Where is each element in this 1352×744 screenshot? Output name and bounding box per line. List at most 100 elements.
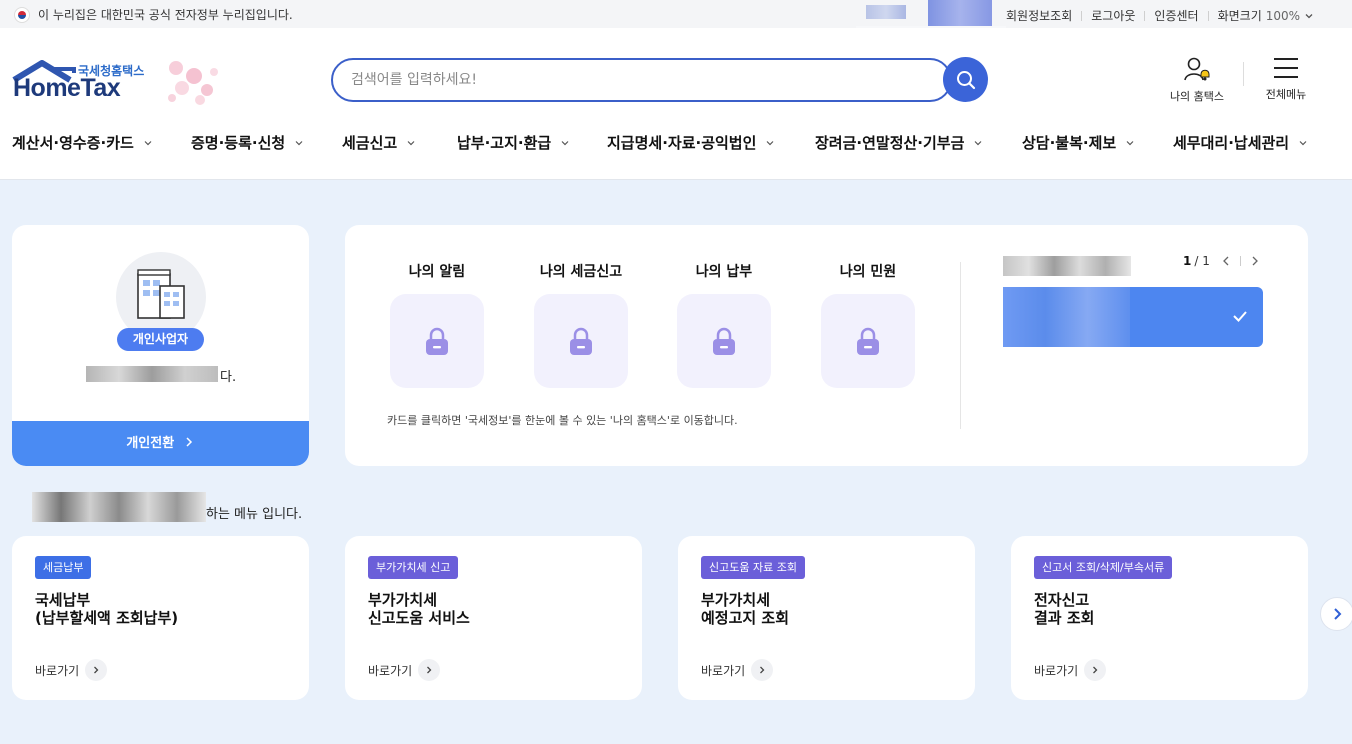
search-input[interactable]: [351, 60, 911, 100]
check-icon: [1233, 311, 1247, 322]
account-pager: 1 / 1: [1183, 254, 1261, 268]
gov-notice[interactable]: 이 누리집은 대한민국 공식 전자정부 누리집입니다.: [14, 6, 293, 23]
logout-link[interactable]: 로그아웃: [1091, 7, 1135, 24]
divider: [1207, 10, 1209, 21]
locked-box[interactable]: [821, 294, 915, 388]
chevron-down-icon: [974, 140, 982, 145]
lock-icon: [570, 327, 592, 355]
my-tax-filing-card[interactable]: 나의 세금신고: [534, 262, 628, 388]
quick-card-tax-payment[interactable]: 세금납부 국세납부 (납부할세액 조회납부) 바로가기: [12, 536, 309, 700]
quick-card-vat-preliminary[interactable]: 신고도움 자료 조회 부가가치세 예정고지 조회 바로가기: [678, 536, 975, 700]
account-info-redacted: [1003, 287, 1130, 347]
chevron-right-icon: [85, 659, 108, 681]
cherry-blossom-icon: [168, 61, 218, 105]
gnb-item-statements[interactable]: 지급명세·자료·공익법인: [607, 132, 775, 153]
quick-card-vat-filing-help[interactable]: 부가가치세 신고 부가가치세 신고도움 서비스 바로가기: [345, 536, 642, 700]
chevron-down-icon: [407, 140, 415, 145]
chevron-down-icon: [1126, 140, 1134, 145]
chevron-down-icon: [144, 140, 152, 145]
my-payment-card[interactable]: 나의 납부: [677, 262, 771, 388]
pager-total: / 1: [1194, 254, 1210, 268]
shortcut-label: 바로가기: [701, 663, 746, 678]
gnb-label: 장려금·연말정산·기부금: [815, 134, 965, 152]
zoom-level[interactable]: 100%: [1266, 9, 1300, 23]
user-id-redacted: [928, 0, 992, 28]
chevron-down-icon: [766, 140, 774, 145]
shortcut-link[interactable]: 바로가기: [701, 659, 774, 681]
gnb-label: 상담·불복·제보: [1022, 134, 1117, 152]
card-tag: 신고서 조회/삭제/부속서류: [1034, 556, 1173, 579]
utility-links: 회원정보조회 로그아웃 인증센터 화면크기 100%: [1006, 7, 1315, 24]
shortcut-label: 바로가기: [35, 663, 80, 678]
divider: [960, 262, 961, 429]
korea-flag-icon: [14, 6, 30, 23]
gnb-item-tax-filing[interactable]: 세금신고: [342, 132, 416, 153]
carousel-next-button[interactable]: [1320, 597, 1352, 631]
hamburger-icon: [1274, 58, 1298, 78]
screen-size-label[interactable]: 화면크기: [1218, 7, 1262, 24]
my-hometax-dashboard: 나의 알림 나의 세금신고 나의 납부 나의 민원 카드를 클릭하면 '국세정보…: [345, 225, 1308, 466]
my-notifications-card[interactable]: 나의 알림: [390, 262, 484, 388]
divider: [1144, 10, 1146, 21]
chevron-down-icon[interactable]: [1303, 10, 1315, 22]
locked-box[interactable]: [390, 294, 484, 388]
lock-icon: [713, 327, 735, 355]
chevron-left-icon[interactable]: [1220, 255, 1232, 267]
hometax-logo[interactable]: 국세청홈택스 HomeTax: [12, 58, 222, 110]
card-title: 나의 세금신고: [539, 264, 623, 280]
my-hometax-label: 나의 홈택스: [1169, 90, 1225, 103]
cert-center-link[interactable]: 인증센터: [1154, 7, 1198, 24]
search-button[interactable]: [943, 57, 988, 102]
user-name-redacted: [866, 5, 906, 19]
chevron-right-icon: [418, 659, 441, 681]
card-tag: 부가가치세 신고: [368, 556, 459, 579]
user-bell-icon: [1184, 57, 1210, 81]
greeting-suffix: 다.: [220, 370, 237, 385]
switch-personal-label: 개인전환: [126, 436, 175, 451]
gnb-label: 납부·고지·환급: [457, 134, 552, 152]
all-menu-button[interactable]: 전체메뉴: [1258, 58, 1314, 102]
gnb-item-certificates[interactable]: 증명·등록·신청: [191, 132, 304, 153]
member-info-link[interactable]: 회원정보조회: [1006, 7, 1072, 24]
card-title: 나의 납부: [695, 264, 753, 280]
gnb-label: 세무대리·납세관리: [1173, 134, 1290, 152]
switch-personal-button[interactable]: 개인전환: [12, 421, 309, 466]
lock-icon: [426, 327, 448, 355]
quick-card-efiling-result[interactable]: 신고서 조회/삭제/부속서류 전자신고 결과 조회 바로가기: [1011, 536, 1308, 700]
shortcut-link[interactable]: 바로가기: [368, 659, 441, 681]
chevron-right-icon: [751, 659, 774, 681]
locked-box[interactable]: [534, 294, 628, 388]
recommend-text-redacted: [32, 492, 206, 522]
lock-icon: [857, 327, 879, 355]
gnb-item-incentives[interactable]: 장려금·연말정산·기부금: [815, 132, 983, 153]
gnb-item-payment[interactable]: 납부·고지·환급: [457, 132, 570, 153]
search-box: [331, 58, 952, 102]
shortcut-label: 바로가기: [368, 663, 413, 678]
divider: [1243, 62, 1244, 86]
my-hometax-button[interactable]: 나의 홈택스: [1160, 56, 1234, 104]
gnb-item-tax-agent[interactable]: 세무대리·납세관리: [1173, 132, 1308, 153]
gnb-label: 지급명세·자료·공익법인: [607, 134, 757, 152]
shortcut-link[interactable]: 바로가기: [35, 659, 108, 681]
business-type-badge: 개인사업자: [117, 328, 204, 351]
chevron-right-icon: [1334, 608, 1342, 620]
selected-account-item[interactable]: [1003, 287, 1263, 347]
user-name-redacted: [86, 366, 218, 382]
profile-card: 개인사업자 다. 개인전환: [12, 225, 309, 466]
locked-box[interactable]: [677, 294, 771, 388]
recommend-suffix: 하는 메뉴 입니다.: [206, 507, 303, 522]
card-title: 부가가치세 예정고지 조회: [701, 591, 790, 627]
shortcut-link[interactable]: 바로가기: [1034, 659, 1107, 681]
chevron-down-icon: [1299, 140, 1307, 145]
gnb-item-consultation[interactable]: 상담·불복·제보: [1022, 132, 1135, 153]
logo-title: HomeTax: [13, 74, 121, 102]
my-civil-petition-card[interactable]: 나의 민원: [821, 262, 915, 388]
pager-current: 1: [1183, 254, 1192, 268]
chevron-right-icon: [1084, 659, 1107, 681]
card-title: 부가가치세 신고도움 서비스: [368, 591, 470, 627]
gnb-item-invoices[interactable]: 계산서·영수증·카드: [12, 132, 153, 153]
divider: [1081, 10, 1083, 21]
dashboard-note: 카드를 클릭하면 '국세정보'를 한눈에 볼 수 있는 '나의 홈택스'로 이동…: [387, 414, 738, 427]
chevron-right-icon[interactable]: [1249, 255, 1261, 267]
divider: [1239, 256, 1241, 266]
